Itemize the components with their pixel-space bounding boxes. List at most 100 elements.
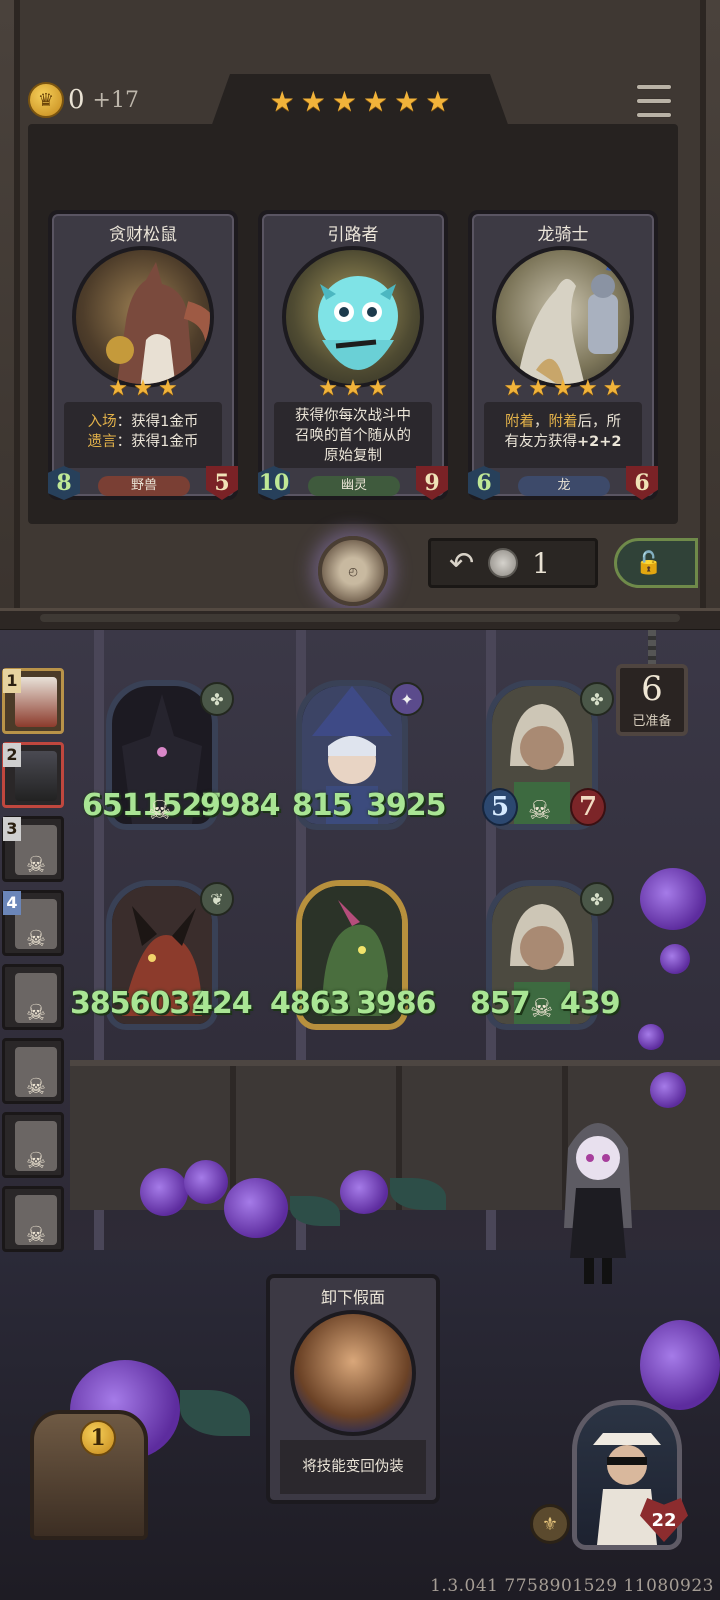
silver-coin-icon [488, 548, 519, 578]
beast-paw-icon: ✤ [580, 882, 614, 916]
card-star-icon: ★ [602, 376, 623, 401]
chest-count: 1 [80, 1420, 116, 1456]
tier-star-icon: ★ [394, 85, 420, 118]
ready-label: 已准备 [632, 714, 672, 729]
card-star-icon: ★ [133, 376, 153, 401]
beast-paw-icon: ✤ [200, 682, 234, 716]
player-avatar [15, 751, 57, 801]
player-slot[interactable]: 2 [2, 742, 64, 808]
skull-icon: ☠ [26, 853, 46, 878]
gold-amount: 0 [68, 85, 85, 115]
hamburger-menu-icon[interactable] [636, 84, 672, 118]
ghost-art-icon [318, 276, 398, 370]
player-avatar [15, 677, 57, 727]
player-slot[interactable]: 1 [2, 668, 64, 734]
card-portrait [282, 246, 424, 388]
desc-text: 获得你每次战斗中 [295, 408, 411, 424]
rose-decoration [340, 1170, 388, 1214]
card-attack: 6 [468, 466, 500, 500]
tavern-bell-icon[interactable]: ⚜ [530, 1504, 570, 1544]
card-health: 9 [416, 466, 448, 500]
card-star-icon: ★ [528, 376, 549, 401]
tier-star-icon: ★ [363, 85, 389, 118]
hero-character-art-icon [564, 1123, 632, 1284]
refresh-cost: 1 [532, 546, 550, 580]
card-attack: 8 [48, 466, 80, 500]
keyword-attach: 附着 [548, 414, 578, 430]
card-star-icon: ★ [367, 376, 388, 401]
player-slot[interactable]: ☠ [2, 964, 64, 1030]
player-slot[interactable]: ☠ [2, 1112, 64, 1178]
skull-icon: ☠ [528, 796, 552, 826]
minion-health-damage: 9984 [200, 788, 280, 823]
card-star-icon: ★ [157, 376, 178, 401]
minion-health-damage: 424 [192, 986, 253, 1021]
minion-health-damage: 439 [560, 986, 621, 1021]
player-rank: 3 [3, 817, 21, 841]
minion-health: 7 [570, 788, 606, 826]
card-stars: ★ ★ ★ [262, 378, 444, 400]
ready-counter: 6 已准备 [616, 664, 688, 736]
desc-text: ， [534, 414, 549, 430]
version-text: 1.3.041 7758901529 11080923 [430, 1576, 714, 1596]
shop-card-squirrel[interactable]: 贪财松鼠 ★ ★ ★ 入场：获得1金币 遗言：获得1金币 8 野兽 5 [48, 210, 238, 500]
star-burst-icon: ✦ [390, 682, 424, 716]
player-slot[interactable]: ☠ [2, 1038, 64, 1104]
dragon-knight-art-icon [516, 250, 620, 384]
refresh-button[interactable]: ↶ 1 [428, 538, 598, 588]
tier-star-icon: ★ [300, 85, 326, 118]
keyword-deathrattle: 遗言 [87, 434, 117, 450]
card-star-icon: ★ [343, 376, 363, 401]
player-slot[interactable]: ☠ [2, 1186, 64, 1252]
player-slot[interactable]: 3 ☠ [2, 816, 64, 882]
rose-decoration [224, 1178, 288, 1238]
minion-attack-damage: 3856031 [70, 986, 210, 1021]
rose-decoration [640, 1320, 720, 1410]
tavern-tier-tab: ★ ★ ★ ★ ★ ★ [210, 74, 510, 130]
player-rank: 2 [3, 743, 21, 767]
rose-decoration [640, 868, 706, 930]
card-tribe: 野兽 [98, 476, 190, 496]
player-slot[interactable]: 4 ☠ [2, 890, 64, 956]
minion-attack-damage: 4863 [270, 986, 350, 1021]
minion-attack-damage: 857 [470, 986, 531, 1021]
crown-coin-icon: ♛ [28, 82, 64, 118]
card-star-icon: ★ [318, 376, 339, 401]
shop-card-dragon-knight[interactable]: 龙骑士 ★ ★ ★ ★ ★ 附着，附着后，所 有友方获得+2+2 6 龙 6 [468, 210, 658, 500]
gold-display: ♛ 0 +17 [28, 80, 139, 120]
desc-text: 后，所 [577, 414, 622, 430]
desc-text: 原始复制 [324, 448, 382, 464]
player-ranking-list: 1 2 3 ☠ 4 ☠ ☠ ☠ ☠ ☠ [2, 668, 68, 1260]
card-health: 6 [626, 466, 658, 500]
skull-icon: ☠ [26, 1075, 46, 1100]
card-name: 龙骑士 [537, 225, 589, 245]
hero-power-card[interactable]: 卸下假面 将技能变回伪装 [266, 1274, 440, 1504]
minion-health-damage: 3986 [356, 986, 436, 1021]
gold-income: +17 [92, 87, 139, 113]
card-stars: ★ ★ ★ ★ ★ [472, 378, 654, 400]
battlefield: 1 2 3 ☠ 4 ☠ ☠ ☠ ☠ ☠ 6 已准备 ✤ ✦ ✤ 6511527 … [0, 630, 720, 1600]
hanging-chain [648, 630, 656, 666]
card-name: 贪财松鼠 [109, 225, 177, 245]
card-description: 附着，附着后，所 有友方获得+2+2 [484, 402, 642, 468]
pocket-watch-icon[interactable]: ◴ [318, 536, 388, 606]
lock-shop-button[interactable]: 🔓 [614, 538, 698, 588]
tier-star-icon: ★ [269, 85, 295, 118]
card-star-icon: ★ [108, 376, 129, 401]
card-tribe: 幽灵 [308, 476, 400, 496]
skull-icon: ☠ [26, 927, 46, 952]
tier-star-icon: ★ [331, 85, 357, 118]
card-name: 引路者 [327, 225, 379, 245]
skull-icon: ☠ [530, 994, 554, 1024]
rose-decoration [660, 944, 690, 974]
player-rank: 1 [3, 669, 21, 693]
minion-health-damage: 3925 [366, 788, 446, 823]
card-description: 入场：获得1金币 遗言：获得1金币 [64, 402, 222, 468]
shop-card-guide[interactable]: 引路者 ★ ★ ★ 获得你每次战斗中 召唤的首个随从的 原始复制 10 幽灵 9 [258, 210, 448, 500]
desc-buff: +2+2 [577, 434, 622, 450]
keyword-attach: 附着 [505, 414, 534, 430]
skull-icon: ☠ [26, 1223, 46, 1248]
turn-timer-bar [40, 614, 680, 622]
hero-power-name: 卸下假面 [320, 1288, 385, 1307]
desc-text: ：获得1金币 [116, 434, 199, 450]
